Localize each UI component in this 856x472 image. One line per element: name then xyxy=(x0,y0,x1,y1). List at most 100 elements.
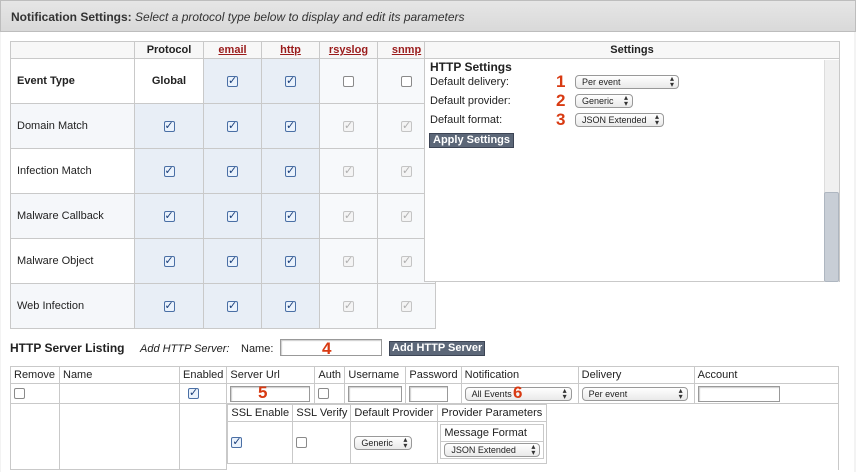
col-ssl-verify: SSL Verify xyxy=(292,404,352,422)
col-provider-parameters: Provider Parameters xyxy=(437,404,548,422)
http-checkbox[interactable] xyxy=(285,119,296,132)
http-checkbox[interactable] xyxy=(285,254,296,267)
apply-settings-button[interactable]: Apply Settings xyxy=(429,133,515,148)
account-input[interactable] xyxy=(697,385,780,402)
callout-3: 3 xyxy=(556,110,566,129)
default-provider-value: Generic xyxy=(582,96,614,106)
col-account: Account xyxy=(693,366,839,384)
event-row: Malware Callback xyxy=(10,193,436,239)
rsyslog-checkbox xyxy=(343,209,354,222)
server-row: All Events ▴▾ Per event ▴▾ xyxy=(10,383,839,404)
default-provider-row-select[interactable]: Generic ▴ ▾ xyxy=(354,434,413,450)
default-provider-select[interactable]: Generic ▴ ▾ xyxy=(575,94,633,108)
default-delivery-select[interactable]: Per event ▴ ▾ xyxy=(575,75,679,89)
rsyslog-link-text[interactable]: rsyslog xyxy=(329,44,368,56)
ssl-verify-checkbox[interactable] xyxy=(296,437,308,449)
email-checkbox[interactable] xyxy=(227,119,238,132)
server-listing-title: HTTP Server Listing xyxy=(10,341,125,355)
event-name: Infection Match xyxy=(10,148,135,194)
event-name: Malware Callback xyxy=(10,193,135,239)
http-checkbox[interactable] xyxy=(285,209,296,222)
col-default-provider: Default Provider xyxy=(350,404,439,422)
default-delivery-label: Default delivery: xyxy=(430,76,509,88)
select-arrows-icon: ▴ ▾ xyxy=(669,74,674,89)
callout-5: 5 xyxy=(258,383,268,402)
email-link-text[interactable]: email xyxy=(218,44,246,56)
email-checkbox[interactable] xyxy=(227,209,238,222)
password-input[interactable] xyxy=(409,385,449,402)
event-row: Malware Object xyxy=(10,238,436,284)
http-checkbox[interactable] xyxy=(285,299,296,312)
rsyslog-all-checkbox[interactable] xyxy=(343,75,354,87)
protocol-header: Protocol xyxy=(134,41,204,59)
global-checkbox[interactable] xyxy=(163,209,175,222)
message-format-label: Message Format xyxy=(440,424,545,442)
protocol-http-link[interactable]: http xyxy=(261,41,320,59)
message-format-value: JSON Extended xyxy=(451,445,516,455)
col-remove: Remove xyxy=(10,366,60,384)
rsyslog-checkbox xyxy=(343,299,354,312)
global-checkbox[interactable] xyxy=(163,299,175,312)
snmp-all-checkbox[interactable] xyxy=(401,75,412,87)
username-input[interactable] xyxy=(348,385,403,402)
col-notification: Notification xyxy=(460,366,579,384)
http-link-text[interactable]: http xyxy=(280,44,301,56)
http-settings-title: HTTP Settings xyxy=(430,60,512,74)
enabled-checkbox[interactable] xyxy=(188,386,199,400)
global-checkbox[interactable] xyxy=(163,254,175,267)
select-arrows-icon: ▴ ▾ xyxy=(403,434,408,450)
callout-1: 1 xyxy=(556,72,566,91)
select-arrows-icon: ▴ ▾ xyxy=(654,112,659,127)
http-checkbox[interactable] xyxy=(285,164,296,177)
server-url-input[interactable] xyxy=(230,385,311,402)
auth-checkbox[interactable] xyxy=(318,388,330,400)
ssl-enable-checkbox[interactable] xyxy=(231,435,243,449)
email-all-checkbox[interactable] xyxy=(227,74,238,87)
event-table: Protocol email http rsyslog snmp Event T… xyxy=(10,41,436,329)
email-checkbox[interactable] xyxy=(227,164,238,177)
notification-value: All Events xyxy=(471,388,512,399)
callout-2: 2 xyxy=(556,91,566,110)
callout-6: 6 xyxy=(513,383,523,402)
default-delivery-value: Per event xyxy=(582,77,621,87)
event-row: Web Infection xyxy=(10,283,436,329)
col-auth: Auth xyxy=(314,366,346,384)
global-checkbox[interactable] xyxy=(163,164,175,177)
blank-header xyxy=(10,41,135,59)
header-title: Notification Settings: xyxy=(11,10,132,24)
default-format-select[interactable]: JSON Extended ▴ ▾ xyxy=(575,113,664,127)
global-checkbox[interactable] xyxy=(163,119,175,132)
snmp-checkbox xyxy=(401,299,412,312)
delivery-value: Per event xyxy=(588,388,628,399)
col-ssl-enable: SSL Enable xyxy=(227,404,294,422)
email-checkbox[interactable] xyxy=(227,254,238,267)
header-subtitle: Select a protocol type below to display … xyxy=(135,10,465,24)
protocol-rsyslog-link[interactable]: rsyslog xyxy=(319,41,378,59)
event-name: Web Infection xyxy=(10,283,135,329)
default-provider-label: Default provider: xyxy=(430,95,511,107)
server-table: Remove Name Enabled Server Url Auth User… xyxy=(10,366,839,470)
add-http-server-button[interactable]: Add HTTP Server xyxy=(389,341,486,356)
protocol-email-link[interactable]: email xyxy=(203,41,262,59)
col-server-url: Server Url xyxy=(226,366,316,384)
rsyslog-checkbox xyxy=(343,254,354,267)
col-delivery: Delivery xyxy=(577,366,695,384)
select-arrows-icon: ▴ ▾ xyxy=(678,385,683,401)
provider-parameters-table: Message Format JSON Extended ▴ ▾ xyxy=(440,424,545,459)
message-format-select[interactable]: JSON Extended ▴ ▾ xyxy=(444,442,541,457)
remove-checkbox[interactable] xyxy=(14,388,25,400)
snmp-checkbox xyxy=(401,164,412,177)
snmp-link-text[interactable]: snmp xyxy=(392,44,421,56)
email-checkbox[interactable] xyxy=(227,299,238,312)
event-name: Malware Object xyxy=(10,238,135,284)
snmp-checkbox xyxy=(401,209,412,222)
default-format-value: JSON Extended xyxy=(582,115,647,125)
select-arrows-icon: ▴ ▾ xyxy=(531,442,536,457)
http-all-checkbox[interactable] xyxy=(285,74,296,87)
settings-scroll-thumb[interactable] xyxy=(824,192,839,282)
section-header: Notification Settings: Select a protocol… xyxy=(0,0,856,32)
rsyslog-checkbox xyxy=(343,119,354,132)
event-name: Domain Match xyxy=(10,103,135,149)
server-detail-row: SSL Enable SSL Verify Default Provider P… xyxy=(10,403,839,470)
delivery-select[interactable]: Per event ▴ ▾ xyxy=(581,385,688,401)
